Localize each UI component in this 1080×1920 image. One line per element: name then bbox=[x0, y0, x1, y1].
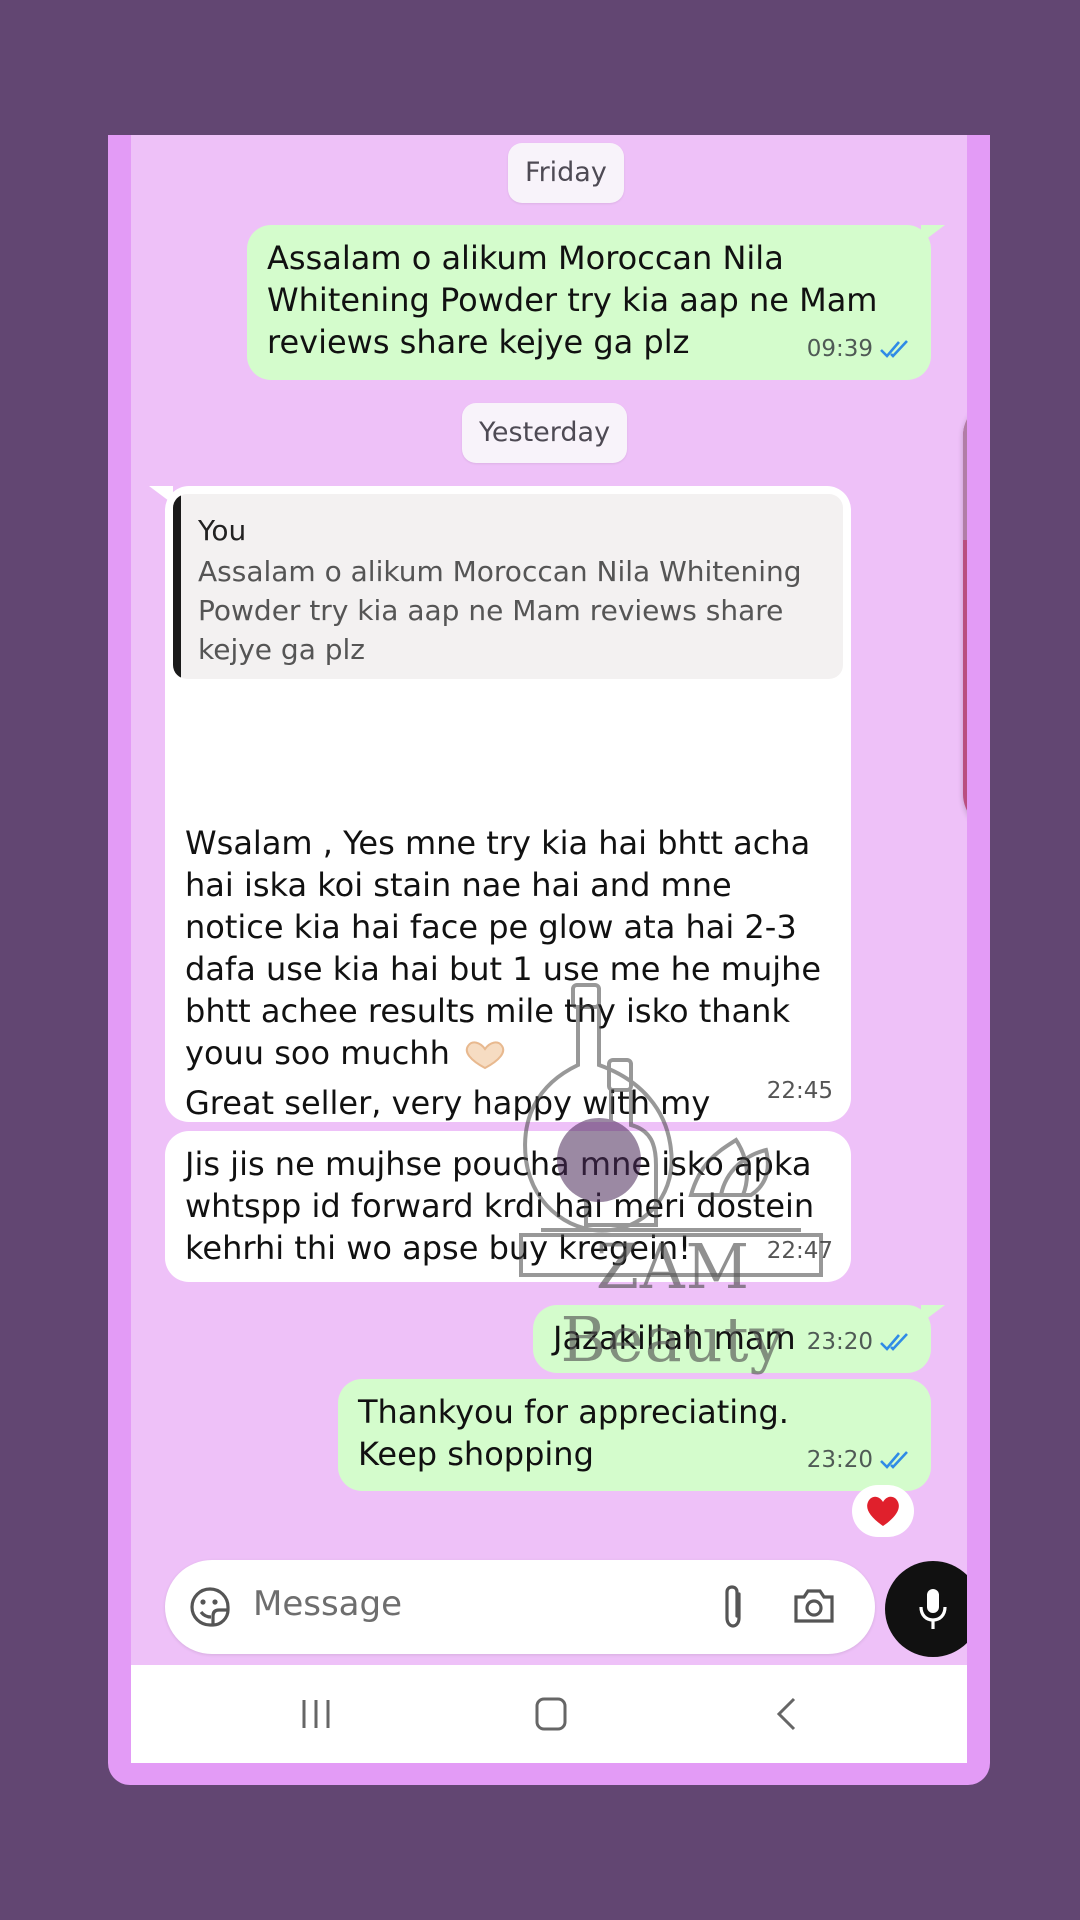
quote-bar bbox=[173, 494, 181, 679]
date-chip-friday: Friday bbox=[508, 143, 624, 203]
message-time: 09:39 bbox=[806, 336, 873, 362]
red-heart-icon bbox=[867, 1496, 899, 1526]
camera-icon[interactable] bbox=[792, 1587, 836, 1625]
chat-area[interactable]: Friday Assalam o alikum Moroccan Nila Wh… bbox=[131, 135, 967, 1665]
message-outgoing[interactable]: Thankyou for appreciating. Keep shopping… bbox=[338, 1379, 931, 1491]
watermark-text: ZAM Beauty bbox=[560, 1230, 786, 1376]
date-chip-yesterday: Yesterday bbox=[462, 403, 628, 463]
sticker-icon[interactable] bbox=[189, 1586, 231, 1628]
system-navigation-bar bbox=[131, 1665, 967, 1763]
quote-author: You bbox=[198, 514, 247, 547]
attach-icon[interactable] bbox=[719, 1584, 749, 1630]
fast-scrollbar[interactable] bbox=[963, 400, 967, 830]
message-composer[interactable]: Message bbox=[165, 1560, 875, 1654]
scrollbar-thumb-top bbox=[963, 400, 967, 540]
message-input[interactable]: Message bbox=[253, 1584, 402, 1624]
reaction-badge[interactable] bbox=[852, 1485, 914, 1537]
message-meta: 09:39 bbox=[807, 328, 913, 370]
quote-text: Assalam o alikum Moroccan Nila Whitening… bbox=[198, 555, 802, 666]
message-time: 23:20 bbox=[806, 1447, 873, 1473]
message-meta: 23:20 bbox=[807, 1439, 913, 1481]
phone-frame: Friday Assalam o alikum Moroccan Nila Wh… bbox=[108, 135, 990, 1785]
read-ticks-icon bbox=[880, 340, 908, 358]
home-icon[interactable] bbox=[534, 1696, 568, 1732]
back-icon[interactable] bbox=[774, 1696, 798, 1732]
bubble-tail bbox=[921, 1305, 945, 1323]
quoted-message[interactable]: You Assalam o alikum Moroccan Nila White… bbox=[173, 494, 843, 679]
read-ticks-icon bbox=[880, 1333, 908, 1351]
bubble-tail bbox=[921, 225, 945, 243]
message-outgoing[interactable]: Assalam o alikum Moroccan Nila Whitening… bbox=[247, 225, 931, 380]
recent-apps-icon[interactable] bbox=[299, 1697, 333, 1731]
read-ticks-icon bbox=[880, 1451, 908, 1469]
mic-button[interactable] bbox=[885, 1561, 967, 1657]
message-text: Thankyou for appreciating. Keep shopping bbox=[358, 1393, 789, 1473]
microphone-icon bbox=[919, 1589, 947, 1629]
